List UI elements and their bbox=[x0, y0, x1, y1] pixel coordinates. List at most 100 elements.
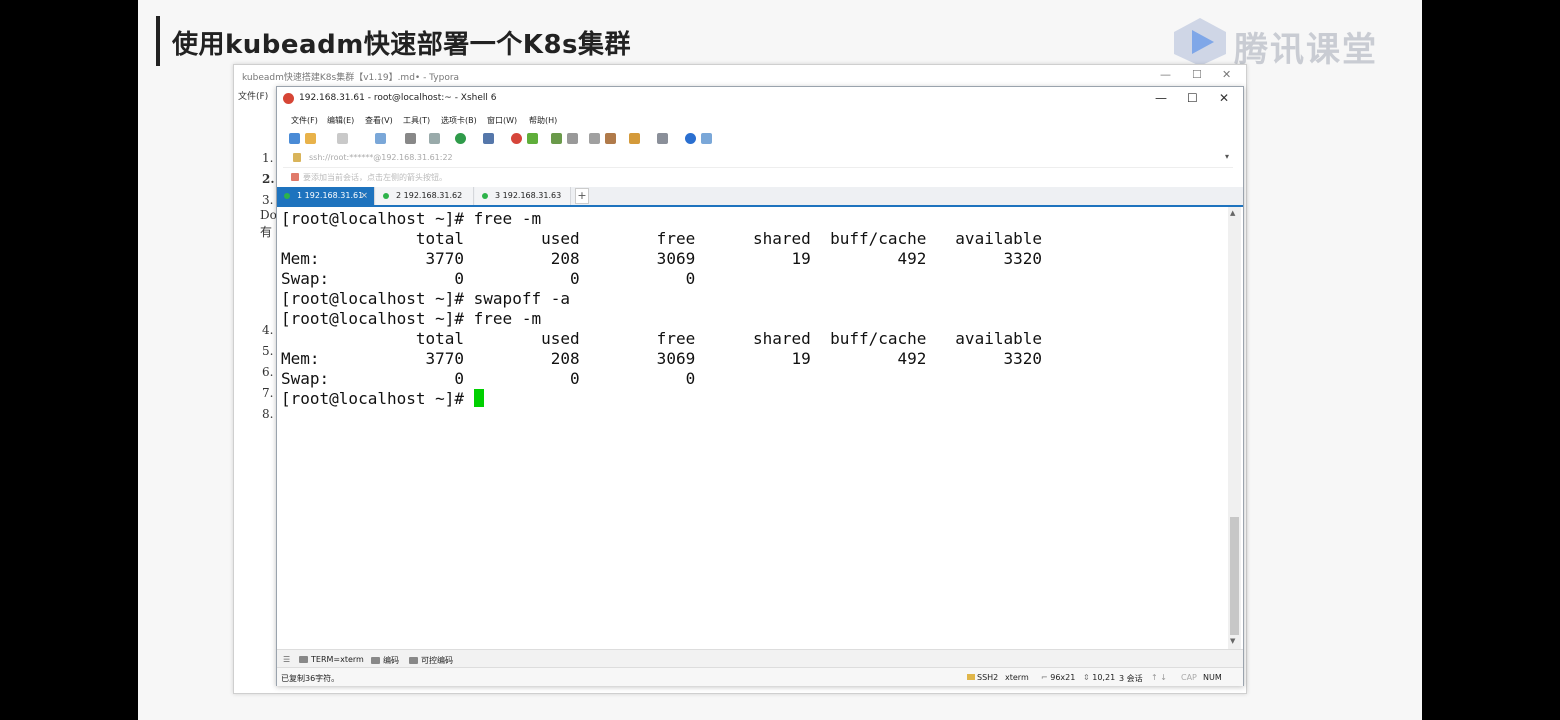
tab-session-2[interactable]: 2 192.168.31.62 bbox=[376, 187, 474, 205]
tencent-classroom-logo: 腾讯课堂 bbox=[1170, 14, 1410, 70]
tab-label: 2 192.168.31.62 bbox=[396, 191, 463, 200]
fullscreen-icon[interactable] bbox=[551, 133, 562, 144]
search-icon[interactable] bbox=[405, 133, 416, 144]
tab-session-1[interactable]: 1 192.168.31.61 × bbox=[277, 187, 375, 205]
layout-icon[interactable] bbox=[629, 133, 640, 144]
outline-item: 8. bbox=[262, 407, 274, 421]
menu-window[interactable]: 窗口(W) bbox=[487, 115, 517, 126]
new-session-icon[interactable] bbox=[289, 133, 300, 144]
outline-item: 5. bbox=[262, 344, 274, 358]
typora-menu-file[interactable]: 文件(F) bbox=[238, 89, 268, 102]
tab-session-3[interactable]: 3 192.168.31.63 bbox=[475, 187, 571, 205]
xftp-icon[interactable] bbox=[511, 133, 522, 144]
close-icon[interactable]: ✕ bbox=[1222, 68, 1231, 81]
terminal-line: Mem: 3770 208 3069 19 492 3320 bbox=[281, 249, 1042, 268]
folder-icon bbox=[409, 657, 418, 664]
session-tabs: 1 192.168.31.61 × 2 192.168.31.62 3 192.… bbox=[277, 187, 1243, 207]
menu-bar: 文件(F) 编辑(E) 查看(V) 工具(T) 选项卡(B) 窗口(W) 帮助(… bbox=[277, 111, 1243, 129]
outline-item: 2. bbox=[262, 172, 275, 186]
encoding-item[interactable]: 编码 bbox=[371, 655, 399, 666]
status-dot-icon bbox=[284, 193, 290, 199]
arrows-icon[interactable]: ↑ ↓ bbox=[1151, 673, 1167, 682]
menu-edit[interactable]: 编辑(E) bbox=[327, 115, 354, 126]
open-folder-icon[interactable] bbox=[305, 133, 316, 144]
window-icon[interactable] bbox=[657, 133, 668, 144]
menu-lines-icon[interactable]: ☰ bbox=[283, 655, 290, 664]
status-bar: 已复制36字符。 SSH2 xterm ⌐ 96x21 ⇕ 10,21 3 会话… bbox=[277, 667, 1243, 686]
xshell-window[interactable]: 192.168.31.61 - root@localhost:~ - Xshel… bbox=[276, 86, 1244, 686]
terminal-prompt-line: [root@localhost ~]# bbox=[281, 389, 484, 409]
terminal-prompt: [root@localhost ~]# bbox=[281, 389, 474, 408]
lock-icon bbox=[967, 674, 975, 680]
slide-title: 使用kubeadm快速部署一个K8s集群 bbox=[172, 30, 632, 60]
xshell-app-icon bbox=[283, 93, 294, 104]
scroll-down-icon[interactable]: ▼ bbox=[1230, 637, 1235, 645]
minimize-icon[interactable]: — bbox=[1155, 91, 1167, 105]
scrollbar-thumb[interactable] bbox=[1230, 517, 1239, 635]
minimize-icon[interactable]: — bbox=[1160, 68, 1171, 81]
tab-label: 3 192.168.31.63 bbox=[495, 191, 562, 200]
status-message: 已复制36字符。 bbox=[281, 674, 340, 683]
terminal-type-item[interactable]: TERM=xterm bbox=[299, 655, 364, 664]
font-icon[interactable] bbox=[483, 133, 494, 144]
cursor-pos-icon: ⇕ bbox=[1083, 673, 1093, 682]
add-tab-button[interactable]: + bbox=[575, 188, 589, 204]
menu-view[interactable]: 查看(V) bbox=[365, 115, 393, 126]
terminal-line: Swap: 0 0 0 bbox=[281, 269, 696, 288]
session-hint-text: 要添加当前会话，点击左侧的箭头按钮。 bbox=[303, 173, 447, 182]
menu-tools[interactable]: 工具(T) bbox=[403, 115, 430, 126]
copy-icon[interactable] bbox=[375, 133, 386, 144]
xshell-title: 192.168.31.61 - root@localhost:~ - Xshel… bbox=[299, 93, 497, 103]
outline-item: 3. bbox=[262, 193, 274, 207]
script-icon[interactable] bbox=[605, 133, 616, 144]
xmanager-icon[interactable] bbox=[527, 133, 538, 144]
maximize-icon[interactable]: ☐ bbox=[1192, 68, 1202, 81]
compose-bar: ☰ TERM=xterm 编码 可控编码 bbox=[277, 649, 1243, 668]
close-icon[interactable]: ✕ bbox=[1219, 91, 1229, 105]
lock-icon[interactable] bbox=[567, 133, 578, 144]
terminal-line: Mem: 3770 208 3069 19 492 3320 bbox=[281, 349, 1042, 368]
slide: 使用kubeadm快速部署一个K8s集群 腾讯课堂 kubeadm快速搭建K8s… bbox=[138, 0, 1422, 720]
help-icon[interactable] bbox=[685, 133, 696, 144]
lock-icon bbox=[293, 153, 301, 162]
outline-item: Do bbox=[260, 208, 277, 222]
dropdown-arrow-icon[interactable]: ▾ bbox=[1225, 152, 1229, 161]
xshell-titlebar[interactable]: 192.168.31.61 - root@localhost:~ - Xshel… bbox=[277, 87, 1243, 111]
status-protocol: SSH2 bbox=[967, 673, 998, 682]
terminal-line: total used free shared buff/cache availa… bbox=[281, 229, 1042, 248]
close-icon[interactable]: × bbox=[360, 187, 368, 205]
terminal-scrollbar[interactable]: ▲ ▼ bbox=[1228, 207, 1241, 649]
keyboard-icon[interactable] bbox=[589, 133, 600, 144]
connect-icon[interactable] bbox=[337, 133, 348, 144]
status-dot-icon bbox=[383, 193, 389, 199]
status-sessions: 3 会话 bbox=[1119, 674, 1143, 683]
tab-label: 1 192.168.31.61 bbox=[297, 191, 364, 200]
menu-file[interactable]: 文件(F) bbox=[291, 115, 318, 126]
status-cursor-pos: ⇕ 10,21 bbox=[1083, 673, 1116, 682]
status-num: NUM bbox=[1203, 673, 1222, 682]
globe-icon[interactable] bbox=[455, 133, 466, 144]
terminal[interactable]: [root@localhost ~]# free -m total used f… bbox=[277, 207, 1227, 647]
outline-item: 4. bbox=[262, 323, 274, 337]
outline-item: 7. bbox=[262, 386, 274, 400]
maximize-icon[interactable]: ☐ bbox=[1187, 91, 1198, 105]
address-bar[interactable]: ssh://root:******@192.168.31.61:22 ▾ bbox=[283, 149, 1233, 168]
hint-icon bbox=[291, 173, 299, 181]
outline-item: 6. bbox=[262, 365, 274, 379]
chat-icon[interactable] bbox=[701, 133, 712, 144]
session-hint-bar: 要添加当前会话，点击左侧的箭头按钮。 bbox=[283, 169, 1233, 185]
scroll-up-icon[interactable]: ▲ bbox=[1230, 209, 1235, 217]
title-accent-bar bbox=[156, 16, 160, 66]
address-input[interactable]: ssh://root:******@192.168.31.61:22 bbox=[309, 153, 453, 162]
controllable-encoding-item[interactable]: 可控编码 bbox=[409, 655, 453, 666]
status-term-type: xterm bbox=[1005, 673, 1029, 682]
menu-help[interactable]: 帮助(H) bbox=[529, 115, 557, 126]
folder-icon bbox=[299, 656, 308, 663]
typora-title: kubeadm快速搭建K8s集群【v1.19】.md• - Typora bbox=[242, 73, 460, 83]
properties-icon[interactable] bbox=[429, 133, 440, 144]
logo-text: 腾讯课堂 bbox=[1234, 30, 1378, 70]
menu-tabs[interactable]: 选项卡(B) bbox=[441, 115, 477, 126]
status-size: ⌐ 96x21 bbox=[1041, 673, 1076, 682]
terminal-cursor bbox=[473, 389, 484, 407]
outline-item: 有 bbox=[260, 225, 273, 239]
